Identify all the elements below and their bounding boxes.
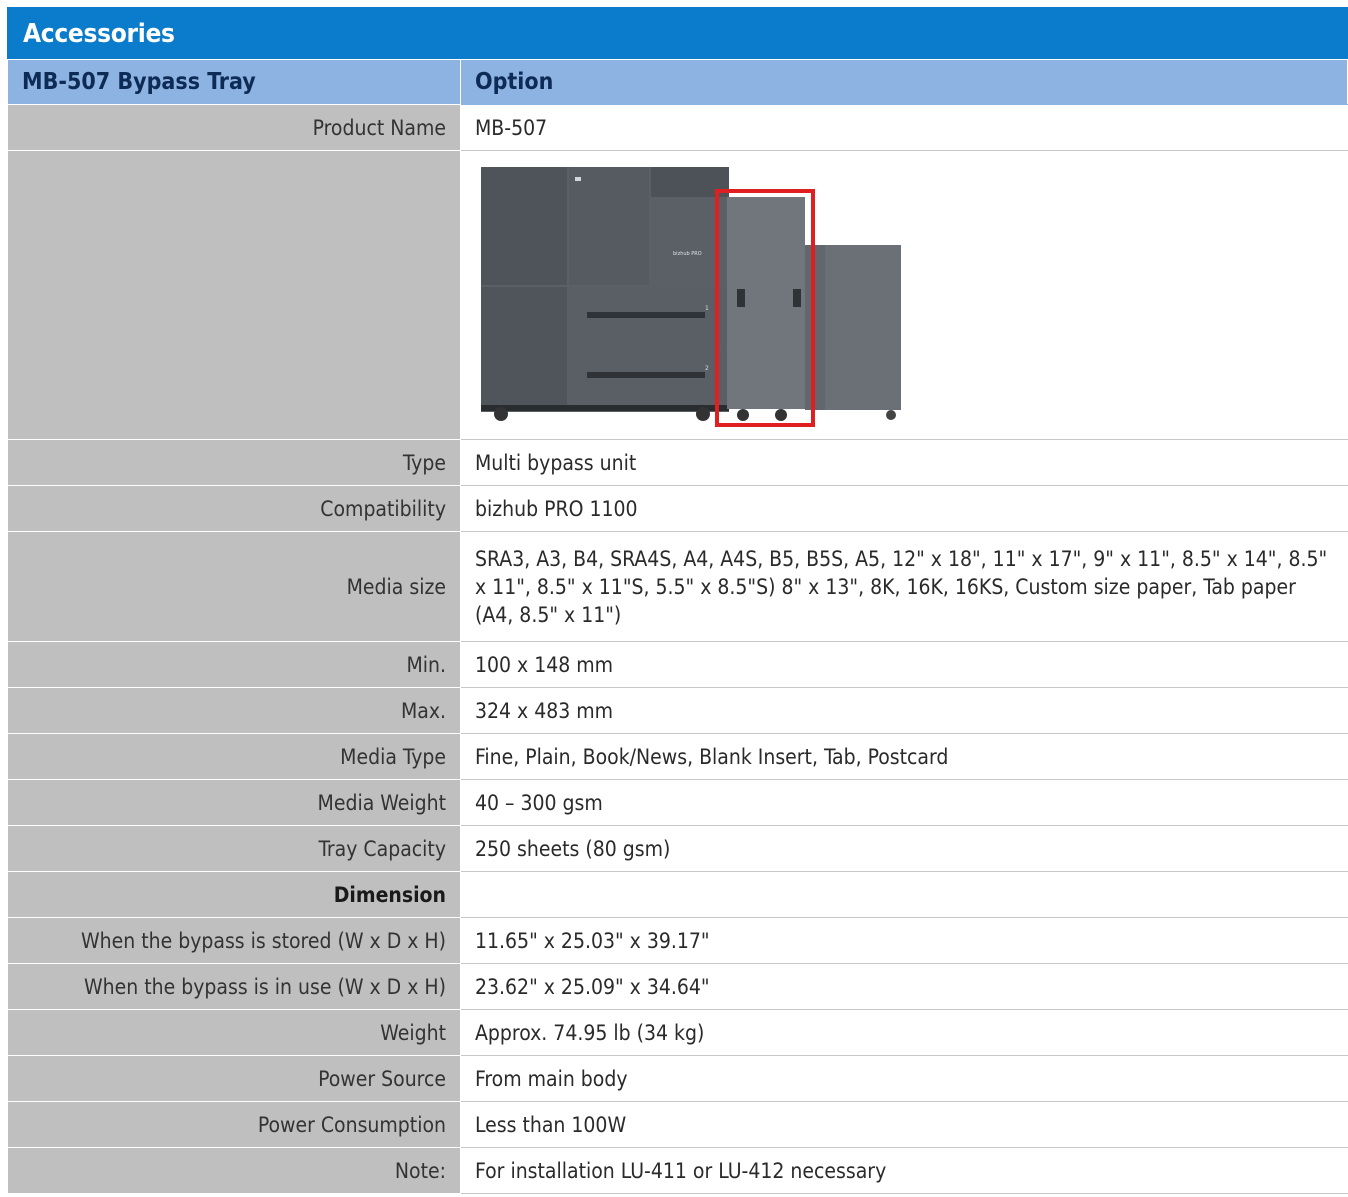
row-value: 40 – 300 gsm — [460, 779, 1348, 826]
tray-label-1: 1 — [705, 305, 709, 312]
table-row: Weight Approx. 74.95 lb (34 kg) — [7, 1009, 1348, 1056]
row-label: Max. — [7, 687, 461, 734]
row-value: bizhub PRO 1100 — [460, 485, 1348, 532]
spec-sheet: Accessories MB-507 Bypass Tray Option Pr… — [0, 0, 1348, 1197]
row-label: Media Weight — [7, 779, 461, 826]
row-label: Note: — [7, 1147, 461, 1194]
table-row: Power Source From main body — [7, 1055, 1348, 1102]
row-value: 100 x 148 mm — [460, 641, 1348, 688]
row-value: Approx. 74.95 lb (34 kg) — [460, 1009, 1348, 1056]
row-label: Power Consumption — [7, 1101, 461, 1148]
row-label: Type — [7, 439, 461, 486]
image-row: bizhub PRO 1 2 — [7, 150, 1348, 440]
row-value: SRA3, A3, B4, SRA4S, A4, A4S, B5, B5S, A… — [460, 531, 1348, 642]
table-row: Power Consumption Less than 100W — [7, 1101, 1348, 1148]
row-value: Less than 100W — [460, 1101, 1348, 1148]
row-value: MB-507 — [460, 104, 1348, 151]
table-row: Compatibility bizhub PRO 1100 — [7, 485, 1348, 532]
row-value: Fine, Plain, Book/News, Blank Insert, Ta… — [460, 733, 1348, 780]
row-value: 250 sheets (80 gsm) — [460, 825, 1348, 872]
table-row: When the bypass is in use (W x D x H) 23… — [7, 963, 1348, 1010]
table-row: When the bypass is stored (W x D x H) 11… — [7, 917, 1348, 964]
row-label: Media size — [7, 531, 461, 642]
row-value: From main body — [460, 1055, 1348, 1102]
table-row: Min. 100 x 148 mm — [7, 641, 1348, 688]
row-label: Product Name — [7, 104, 461, 151]
table-header-row: MB-507 Bypass Tray Option — [7, 59, 1348, 105]
brand-text: bizhub PRO — [673, 251, 702, 257]
option-header: Option — [460, 59, 1348, 105]
table-row: Media size SRA3, A3, B4, SRA4S, A4, A4S,… — [7, 531, 1348, 642]
image-row-label — [7, 150, 461, 440]
row-value: 324 x 483 mm — [460, 687, 1348, 734]
row-label: Weight — [7, 1009, 461, 1056]
row-label: Media Type — [7, 733, 461, 780]
row-value: For installation LU-411 or LU-412 necess… — [460, 1147, 1348, 1194]
row-value: 23.62" x 25.09" x 34.64" — [460, 963, 1348, 1010]
row-label: Power Source — [7, 1055, 461, 1102]
table-row: Max. 324 x 483 mm — [7, 687, 1348, 734]
row-label: When the bypass is stored (W x D x H) — [7, 917, 461, 964]
section-title: Accessories — [23, 19, 175, 49]
tray-label-2: 2 — [705, 365, 709, 372]
table-row: Media Type Fine, Plain, Book/News, Blank… — [7, 733, 1348, 780]
row-label: Tray Capacity — [7, 825, 461, 872]
row-label: Compatibility — [7, 485, 461, 532]
product-header: MB-507 Bypass Tray — [7, 59, 461, 105]
table-row: Media Weight 40 – 300 gsm — [7, 779, 1348, 826]
row-label: Dimension — [7, 871, 461, 918]
row-value: Multi bypass unit — [460, 439, 1348, 486]
table-row: Tray Capacity 250 sheets (80 gsm) — [7, 825, 1348, 872]
printer-illustration: bizhub PRO 1 2 — [481, 167, 901, 427]
table-row: Note: For installation LU-411 or LU-412 … — [7, 1147, 1348, 1194]
spec-table: MB-507 Bypass Tray Option Product Name M… — [7, 59, 1348, 1194]
product-image-cell: bizhub PRO 1 2 — [460, 150, 1348, 440]
table-row: Product Name MB-507 — [7, 104, 1348, 151]
table-row: Type Multi bypass unit — [7, 439, 1348, 486]
dimension-heading-row: Dimension — [7, 871, 1348, 918]
row-value: 11.65" x 25.03" x 39.17" — [460, 917, 1348, 964]
section-title-bar: Accessories — [7, 7, 1348, 59]
row-value — [460, 871, 1348, 918]
row-label: Min. — [7, 641, 461, 688]
row-label: When the bypass is in use (W x D x H) — [7, 963, 461, 1010]
